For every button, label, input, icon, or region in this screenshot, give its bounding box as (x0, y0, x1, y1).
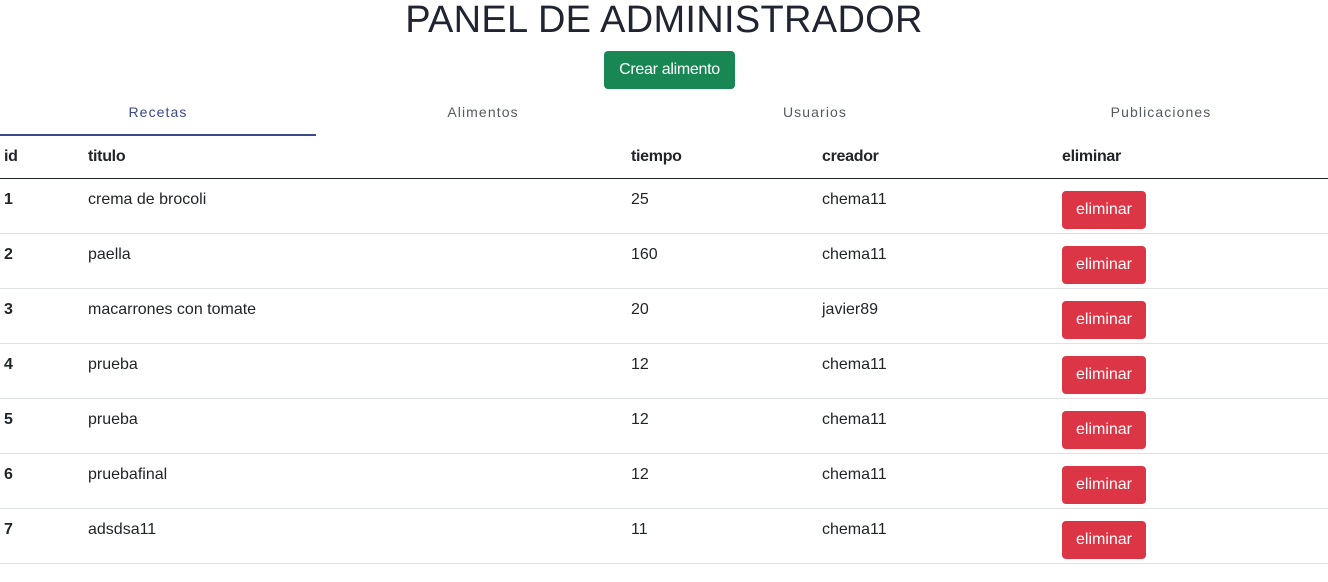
row-creador: chema11 (818, 233, 1058, 289)
tab-recetas[interactable]: Recetas (0, 95, 316, 137)
table-row: 5 prueba 12 chema11 eliminar (0, 398, 1328, 454)
table-row: 3 macarrones con tomate 20 javier89 elim… (0, 288, 1328, 344)
delete-button[interactable]: eliminar (1062, 410, 1146, 449)
row-tiempo: 12 (627, 398, 818, 454)
row-tiempo: 160 (627, 233, 818, 289)
row-id: 3 (0, 288, 84, 344)
tab-publicaciones[interactable]: Publicaciones (980, 95, 1328, 137)
delete-button[interactable]: eliminar (1062, 520, 1146, 559)
row-tiempo: 12 (627, 343, 818, 399)
table-header-row: id titulo tiempo creador eliminar (0, 137, 1328, 179)
row-titulo: prueba (84, 343, 627, 399)
row-tiempo: 25 (627, 178, 818, 234)
row-creador: chema11 (818, 508, 1058, 564)
tab-usuarios[interactable]: Usuarios (650, 95, 980, 137)
row-id: 5 (0, 398, 84, 454)
delete-button[interactable]: eliminar (1062, 300, 1146, 339)
delete-button[interactable]: eliminar (1062, 245, 1146, 284)
row-titulo: prueba (84, 398, 627, 454)
column-header-creador: creador (818, 137, 1058, 179)
row-creador: javier89 (818, 288, 1058, 344)
row-id: 1 (0, 178, 84, 234)
row-tiempo: 11 (627, 508, 818, 564)
table-row: 4 prueba 12 chema11 eliminar (0, 343, 1328, 399)
row-creador: chema11 (818, 453, 1058, 509)
table-row: 6 pruebafinal 12 chema11 eliminar (0, 453, 1328, 509)
row-creador: chema11 (818, 343, 1058, 399)
tab-bar: Recetas Alimentos Usuarios Publicaciones (0, 95, 1328, 137)
row-id: 2 (0, 233, 84, 289)
tab-alimentos[interactable]: Alimentos (316, 95, 650, 137)
row-creador: chema11 (818, 398, 1058, 454)
column-header-titulo: titulo (84, 137, 627, 179)
row-tiempo: 20 (627, 288, 818, 344)
table-row: 2 paella 160 chema11 eliminar (0, 233, 1328, 289)
row-id: 6 (0, 453, 84, 509)
column-header-id: id (0, 137, 84, 179)
row-titulo: paella (84, 233, 627, 289)
row-id: 4 (0, 343, 84, 399)
row-titulo: adsdsa11 (84, 508, 627, 564)
delete-button[interactable]: eliminar (1062, 190, 1146, 229)
row-titulo: macarrones con tomate (84, 288, 627, 344)
row-tiempo: 12 (627, 453, 818, 509)
row-creador: chema11 (818, 178, 1058, 234)
recipes-table: id titulo tiempo creador eliminar 1 crem… (0, 137, 1328, 564)
row-id: 7 (0, 508, 84, 564)
column-header-eliminar: eliminar (1058, 137, 1328, 179)
create-food-button[interactable]: Crear alimento (604, 51, 735, 89)
delete-button[interactable]: eliminar (1062, 355, 1146, 394)
table-row: 1 crema de brocoli 25 chema11 eliminar (0, 178, 1328, 234)
row-titulo: crema de brocoli (84, 178, 627, 234)
active-tab-indicator (0, 134, 316, 136)
page-title: PANEL DE ADMINISTRADOR (405, 0, 923, 41)
row-titulo: pruebafinal (84, 453, 627, 509)
column-header-tiempo: tiempo (627, 137, 818, 179)
table-row: 7 adsdsa11 11 chema11 eliminar (0, 508, 1328, 564)
delete-button[interactable]: eliminar (1062, 465, 1146, 504)
